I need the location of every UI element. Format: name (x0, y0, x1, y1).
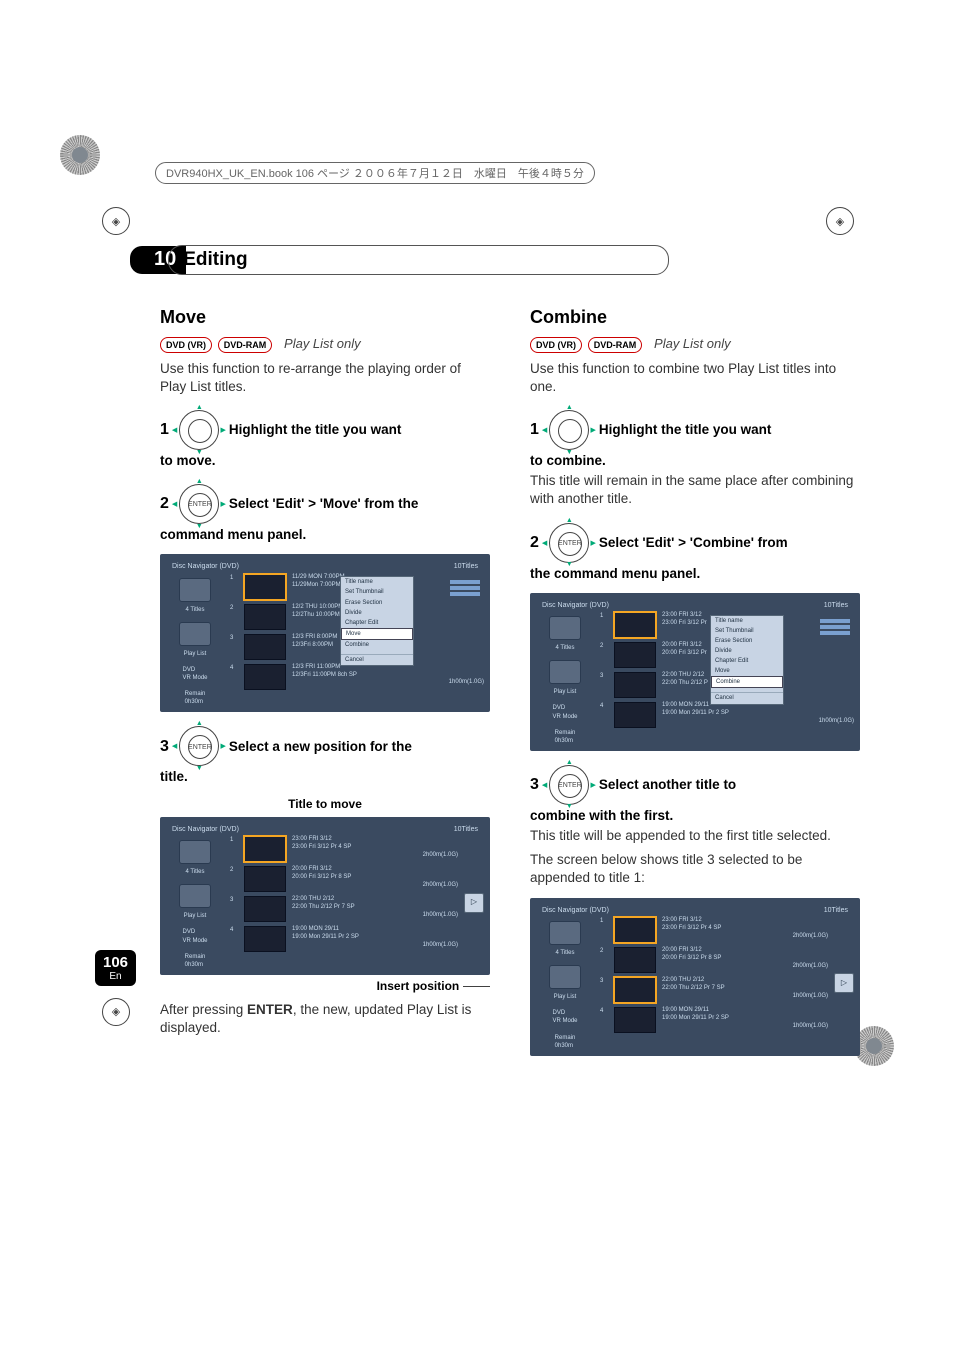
dpad-icon: ▲▼◀▶ (549, 410, 589, 450)
titles-icon (179, 578, 211, 602)
list-item: 123:00 FRI 3/1223:00 Fri 3/12 Pr 4 SP2h0… (600, 917, 828, 943)
enter-button-icon: ENTER▲▼◀▶ (549, 523, 589, 563)
list-item: 412/3 FRI 11:00PM12/3Fri 11:00PM 8ch SP1… (230, 664, 484, 690)
disc-navigator-mock-move-menu: Disc Navigator (DVD)10Titles 4 Titles Pl… (160, 554, 490, 712)
label-insert-position: Insert position (377, 979, 460, 993)
menu-item-combine: Combine (711, 676, 783, 688)
move-step-2: 2 ENTER▲▼◀▶ Select 'Edit' > 'Move' from … (160, 484, 490, 524)
move-step-1: 1 ▲▼◀▶ Highlight the title you want (160, 410, 490, 450)
combine-step-2: 2 ENTER▲▼◀▶ Select 'Edit' > 'Combine' fr… (530, 523, 860, 563)
badge-dvd-ram: DVD-RAM (588, 337, 643, 353)
combine-heading: Combine (530, 305, 860, 329)
badge-dvd-vr: DVD (VR) (160, 337, 212, 353)
combine-playlist-note: Play List only (654, 336, 731, 351)
list-item: 322:00 THU 2/1222:00 Thu 2/12 Pr 7 SP1h0… (600, 977, 828, 1003)
book-header-text: DVR940HX_UK_EN.book 106 ページ ２００６年７月１２日 水… (166, 168, 584, 180)
list-item: 419:00 MON 29/1119:00 Mon 29/11 Pr 2 SP1… (600, 1007, 828, 1033)
titles-icon (179, 840, 211, 864)
badge-dvd-vr: DVD (VR) (530, 337, 582, 353)
dpad-icon: ▲▼◀▶ (179, 410, 219, 450)
section-combine: Combine DVD (VR) DVD-RAM Play List only … (530, 305, 860, 1056)
move-badges: DVD (VR) DVD-RAM Play List only (160, 335, 490, 353)
disc-navigator-mock-combine-select: Disc Navigator (DVD)10Titles 4 Titles Pl… (530, 898, 860, 1056)
move-intro: Use this function to re-arrange the play… (160, 360, 490, 396)
disc-navigator-mock-move-position: Disc Navigator (DVD)10Titles 4 Titles Pl… (160, 817, 490, 975)
move-playlist-note: Play List only (284, 336, 361, 351)
disc-navigator-mock-combine-menu: Disc Navigator (DVD)10Titles 4 Titles Pl… (530, 593, 860, 751)
section-move: Move DVD (VR) DVD-RAM Play List only Use… (160, 305, 490, 1056)
list-item: 419:00 MON 29/1119:00 Mon 29/11 Pr 2 SP1… (600, 702, 854, 728)
badge-dvd-ram: DVD-RAM (218, 337, 273, 353)
titles-icon (549, 616, 581, 640)
enter-button-icon: ENTER▲▼◀▶ (179, 484, 219, 524)
combine-step-1: 1 ▲▼◀▶ Highlight the title you want (530, 410, 860, 450)
combine-step3-note1: This title will be appended to the first… (530, 827, 860, 845)
combine-badges: DVD (VR) DVD-RAM Play List only (530, 335, 860, 353)
move-after-enter: After pressing ENTER, the new, updated P… (160, 1001, 490, 1037)
list-item: 419:00 MON 29/1119:00 Mon 29/11 Pr 2 SP1… (230, 926, 458, 952)
move-heading: Move (160, 305, 490, 329)
combine-step1-note: This title will remain in the same place… (530, 472, 860, 508)
enter-button-icon: ENTER▲▼◀▶ (179, 726, 219, 766)
playlist-icon (549, 660, 581, 684)
insert-arrow-icon: ▷ (464, 893, 484, 913)
list-item: 123:00 FRI 3/1223:00 Fri 3/12 Pr 4 SP2h0… (230, 836, 458, 862)
list-item: 322:00 THU 2/1222:00 Thu 2/12 Pr 7 SP1h0… (230, 896, 458, 922)
combine-step-3: 3 ENTER▲▼◀▶ Select another title to (530, 765, 860, 805)
list-item: 220:00 FRI 3/1220:00 Fri 3/12 Pr 8 SP2h0… (230, 866, 458, 892)
combine-intro: Use this function to combine two Play Li… (530, 360, 860, 396)
move-step-3: 3 ENTER▲▼◀▶ Select a new position for th… (160, 726, 490, 766)
playlist-icon (549, 965, 581, 989)
chapter-title: Editing (183, 249, 247, 270)
playlist-icon (179, 622, 211, 646)
chapter-header: 10 Editing (130, 245, 884, 275)
enter-button-icon: ENTER▲▼◀▶ (549, 765, 589, 805)
book-header-line: DVR940HX_UK_EN.book 106 ページ ２００６年７月１２日 水… (155, 162, 869, 184)
titles-icon (549, 921, 581, 945)
page-number-badge: 106 En (95, 950, 136, 986)
playlist-icon (179, 884, 211, 908)
combine-step3-note2: The screen below shows title 3 selected … (530, 851, 860, 887)
label-title-to-move: Title to move (288, 797, 362, 811)
menu-item-move: Move (341, 628, 413, 640)
list-item: 220:00 FRI 3/1220:00 Fri 3/12 Pr 8 SP2h0… (600, 947, 828, 973)
insert-arrow-icon: ▷ (834, 973, 854, 993)
